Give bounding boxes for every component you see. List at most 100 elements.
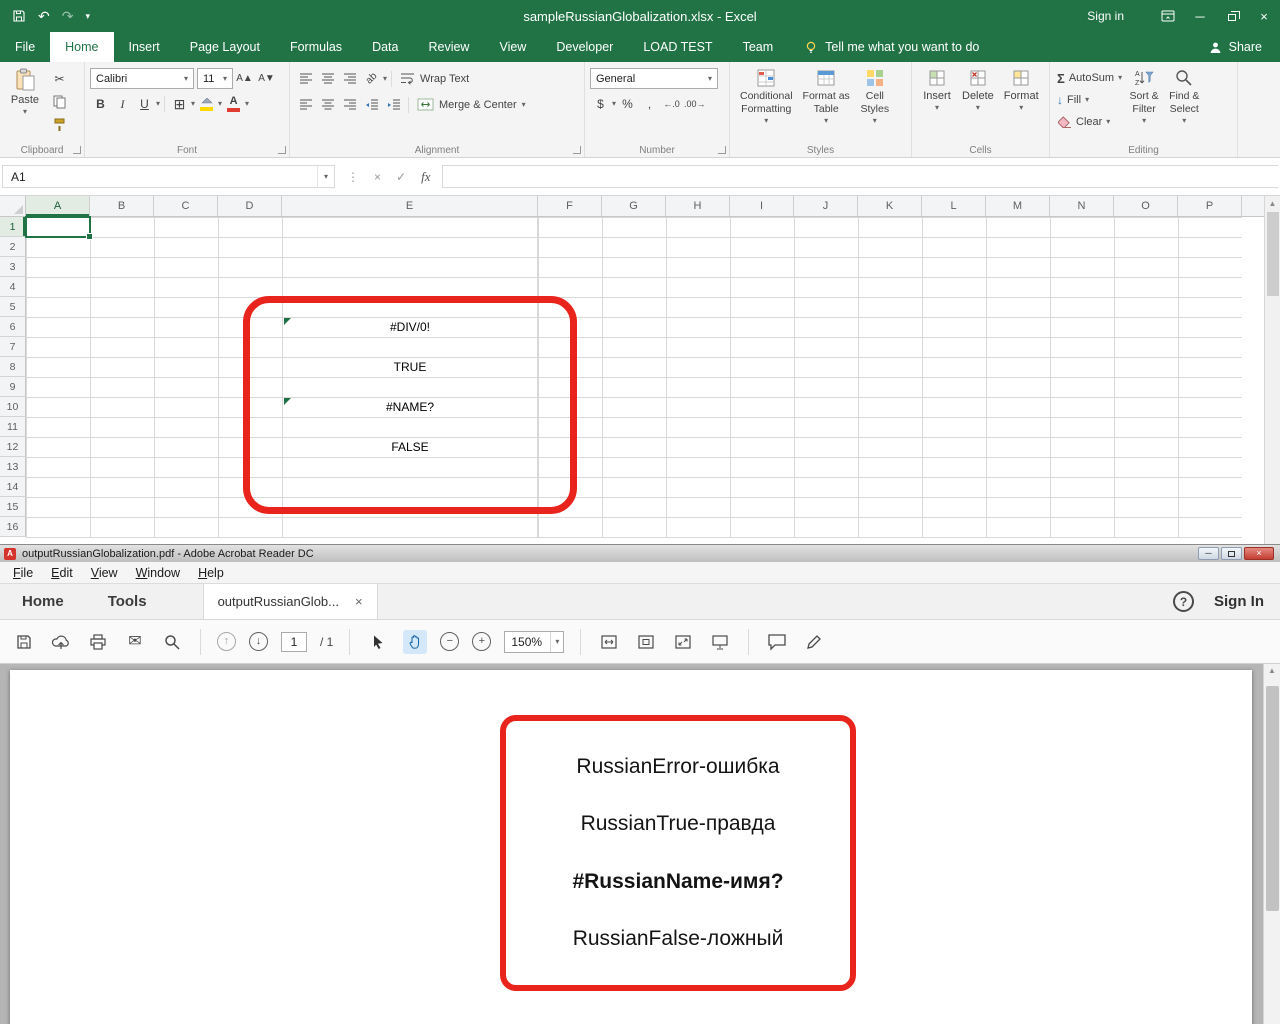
save-file-icon[interactable] [12, 630, 36, 654]
acrobat-scroll-up-icon[interactable]: ▲ [1268, 664, 1276, 678]
tab-document[interactable]: outputRussianGlob... × [203, 584, 378, 619]
tab-tools[interactable]: Tools [86, 584, 169, 619]
bold-button[interactable]: B [90, 94, 111, 114]
format-painter-icon[interactable] [49, 115, 70, 135]
restore-icon[interactable] [1216, 0, 1248, 32]
column-header-f[interactable]: F [538, 196, 602, 216]
redo-icon[interactable]: ↷ [62, 9, 74, 23]
decrease-font-size-button[interactable]: A▼ [256, 69, 277, 89]
column-header-h[interactable]: H [666, 196, 730, 216]
select-all-corner[interactable] [0, 196, 26, 217]
row-header-10[interactable]: 10 [0, 397, 26, 417]
name-box-caret-icon[interactable]: ▾ [317, 166, 334, 187]
number-format-select[interactable]: General▾ [590, 68, 718, 89]
align-left-icon[interactable] [295, 95, 316, 115]
excel-tab-view[interactable]: View [484, 32, 541, 62]
font-color-icon[interactable]: A [223, 94, 244, 114]
pdf-document-area[interactable]: RussianError-ошибкаRussianTrue-правда#Ru… [0, 664, 1280, 1024]
save-icon[interactable] [12, 9, 26, 23]
excel-tab-insert[interactable]: Insert [114, 32, 175, 62]
menu-help[interactable]: Help [189, 566, 233, 580]
cloud-upload-icon[interactable] [49, 630, 73, 654]
row-header-1[interactable]: 1 [0, 217, 26, 237]
excel-tab-file[interactable]: File [0, 32, 50, 62]
page-number-input[interactable]: 1 [281, 632, 307, 652]
column-header-a[interactable]: A [26, 196, 90, 216]
column-header-d[interactable]: D [218, 196, 282, 216]
paste-button[interactable]: Paste ▾ [5, 66, 45, 142]
undo-icon[interactable]: ↶ [38, 9, 50, 23]
row-header-2[interactable]: 2 [0, 237, 26, 257]
close-icon[interactable]: × [1248, 0, 1280, 32]
sign-pen-icon[interactable] [802, 630, 826, 654]
cancel-entry-icon[interactable]: × [374, 171, 381, 183]
font-name-select[interactable]: Calibri▾ [90, 68, 194, 89]
select-tool-icon[interactable] [366, 630, 390, 654]
previous-page-icon[interactable]: ↑ [217, 632, 236, 651]
row-header-16[interactable]: 16 [0, 517, 26, 537]
next-page-icon[interactable]: ↓ [249, 632, 268, 651]
excel-tab-home[interactable]: Home [50, 32, 113, 62]
fullscreen-icon[interactable] [671, 630, 695, 654]
underline-button[interactable]: U [134, 94, 155, 114]
row-header-4[interactable]: 4 [0, 277, 26, 297]
borders-caret-icon[interactable]: ▾ [191, 100, 195, 108]
fill-color-icon[interactable] [196, 94, 217, 114]
row-header-8[interactable]: 8 [0, 357, 26, 377]
minimize-icon[interactable]: ─ [1184, 0, 1216, 32]
decrease-decimal-button[interactable]: .00→ [683, 94, 707, 114]
tab-home[interactable]: Home [0, 584, 86, 619]
confirm-entry-icon[interactable]: ✓ [396, 171, 406, 183]
share-button[interactable]: Share [1209, 32, 1280, 62]
column-header-c[interactable]: C [154, 196, 218, 216]
conditional-formatting-button[interactable]: ConditionalFormatting ▾ [735, 66, 798, 142]
column-header-j[interactable]: J [794, 196, 858, 216]
increase-decimal-button[interactable]: ←.0 [661, 94, 682, 114]
orientation-icon[interactable]: ab [361, 69, 382, 89]
worksheet-grid[interactable]: ABCDEFGHIJKLMNOP 12345678910111213141516… [0, 196, 1264, 544]
delete-cells-button[interactable]: Delete ▾ [957, 66, 999, 142]
email-icon[interactable]: ✉ [123, 630, 147, 654]
column-header-l[interactable]: L [922, 196, 986, 216]
format-as-table-button[interactable]: Format asTable ▾ [798, 66, 855, 142]
excel-tab-review[interactable]: Review [413, 32, 484, 62]
cut-icon[interactable]: ✂ [49, 69, 70, 89]
row-header-13[interactable]: 13 [0, 457, 26, 477]
acrobat-maximize-icon[interactable] [1221, 547, 1242, 560]
cell-styles-button[interactable]: CellStyles ▾ [855, 66, 895, 142]
column-header-m[interactable]: M [986, 196, 1050, 216]
increase-indent-icon[interactable] [383, 95, 404, 115]
help-icon[interactable]: ? [1173, 591, 1194, 612]
column-header-b[interactable]: B [90, 196, 154, 216]
row-header-9[interactable]: 9 [0, 377, 26, 397]
excel-tab-data[interactable]: Data [357, 32, 413, 62]
excel-tab-page-layout[interactable]: Page Layout [175, 32, 275, 62]
menu-file[interactable]: File [4, 566, 42, 580]
orientation-caret-icon[interactable]: ▾ [383, 75, 387, 83]
copy-icon[interactable] [49, 92, 70, 112]
merge-center-button[interactable]: Merge & Center ▾ [413, 94, 530, 115]
column-header-e[interactable]: E [282, 196, 538, 216]
formula-bar-splitter-icon[interactable]: ⋮ [347, 171, 359, 183]
align-top-icon[interactable] [295, 69, 316, 89]
currency-format-button[interactable]: $ [590, 94, 611, 114]
number-dialog-launcher[interactable] [718, 146, 726, 154]
align-middle-icon[interactable] [317, 69, 338, 89]
excel-tab-developer[interactable]: Developer [541, 32, 628, 62]
excel-tab-formulas[interactable]: Formulas [275, 32, 357, 62]
fit-page-icon[interactable] [634, 630, 658, 654]
zoom-out-icon[interactable]: − [440, 632, 459, 651]
acrobat-minimize-icon[interactable]: ─ [1198, 547, 1219, 560]
alignment-dialog-launcher[interactable] [573, 146, 581, 154]
align-right-icon[interactable] [339, 95, 360, 115]
tab-close-icon[interactable]: × [355, 595, 363, 608]
wrap-text-button[interactable]: Wrap Text [396, 68, 473, 89]
excel-tab-team[interactable]: Team [728, 32, 789, 62]
clipboard-dialog-launcher[interactable] [73, 146, 81, 154]
column-header-i[interactable]: I [730, 196, 794, 216]
increase-font-size-button[interactable]: A▲ [234, 69, 255, 89]
row-header-15[interactable]: 15 [0, 497, 26, 517]
fill-button[interactable]: ↓ Fill ▾ [1055, 90, 1124, 110]
row-header-12[interactable]: 12 [0, 437, 26, 457]
zoom-in-icon[interactable]: + [472, 632, 491, 651]
